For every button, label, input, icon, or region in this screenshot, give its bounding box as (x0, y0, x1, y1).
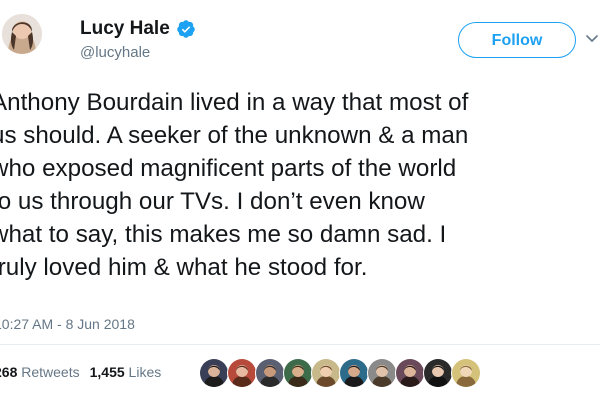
liker-avatar[interactable] (199, 358, 229, 388)
liker-avatar[interactable] (311, 358, 341, 388)
liker-avatar[interactable] (283, 358, 313, 388)
liker-avatar[interactable] (423, 358, 453, 388)
likes-label: Likes (128, 364, 162, 380)
user-name[interactable]: Lucy Hale (80, 18, 196, 40)
tweet-timestamp[interactable]: 10:27 AM - 8 Jun 2018 (0, 316, 135, 332)
tweet-text-line: who exposed magnificent parts of the wor… (0, 155, 457, 182)
retweets-label: Retweets (21, 364, 80, 380)
liker-avatar[interactable] (367, 358, 397, 388)
tweet-text-line: truly loved him & what he stood for. (0, 254, 368, 281)
tweet-text-line: us should. A seeker of the unknown & a m… (0, 122, 469, 149)
retweets-count: 268 (0, 364, 18, 380)
liker-avatar[interactable] (395, 358, 425, 388)
tweet-text-line: Anthony Bourdain lived in a way that mos… (0, 89, 469, 116)
tweet-text-line: what to say, this makes me so damn sad. … (0, 221, 447, 248)
follow-button[interactable]: Follow (458, 22, 576, 58)
tweet-card: Lucy Hale @lucyhale Follow Anthony Bourd… (0, 0, 600, 400)
user-avatar[interactable] (2, 14, 42, 54)
chevron-down-icon[interactable] (585, 32, 599, 46)
liker-avatar[interactable] (339, 358, 369, 388)
verified-badge-icon (177, 20, 195, 38)
user-name-text: Lucy Hale (80, 18, 170, 39)
likes-count: 1,455 (89, 364, 125, 380)
tweet-text-line: to us through our TVs. I don’t even know (0, 188, 425, 215)
user-handle[interactable]: @lucyhale (80, 44, 150, 61)
liker-avatar[interactable] (451, 358, 481, 388)
divider (0, 344, 600, 345)
liker-avatar[interactable] (255, 358, 285, 388)
tweet-text: Anthony Bourdain lived in a way that mos… (0, 86, 600, 284)
profile-photo (2, 14, 42, 54)
likes-stat[interactable]: 1,455 Likes (90, 364, 162, 380)
liker-avatar[interactable] (227, 358, 257, 388)
liker-avatars (199, 358, 481, 388)
retweets-stat[interactable]: 268 Retweets (0, 364, 80, 380)
tweet-stats: 268 Retweets 1,455 Likes (0, 364, 161, 380)
